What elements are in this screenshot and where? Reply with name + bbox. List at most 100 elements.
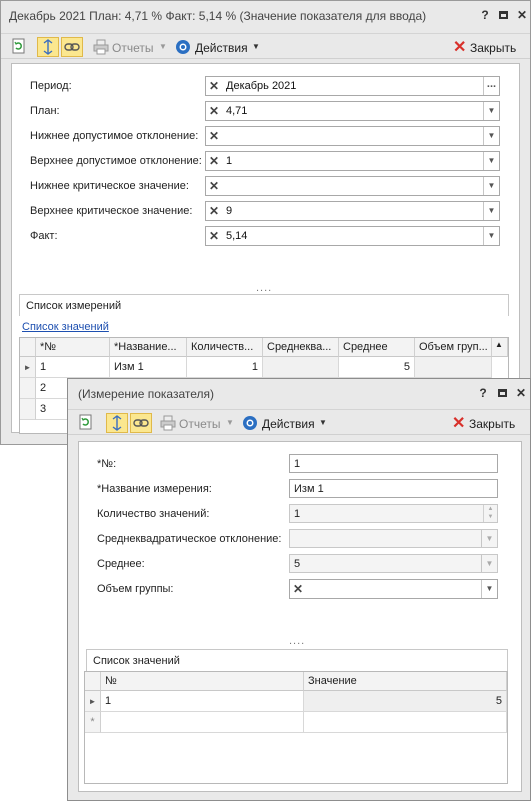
column-header[interactable]: Среднее [339, 338, 415, 357]
column-header[interactable]: *Название... [110, 338, 187, 357]
grid-cell[interactable] [304, 712, 507, 733]
actions-icon [176, 40, 190, 54]
tab-values[interactable]: Список значений [86, 649, 508, 671]
column-header[interactable]: Среднеква... [263, 338, 339, 357]
column-header[interactable]: Количеств... [187, 338, 263, 357]
refresh-icon [12, 38, 25, 54]
scroll-up-button[interactable]: ▲ [492, 338, 508, 357]
column-header[interactable]: Значение [304, 672, 507, 691]
refresh-button[interactable] [11, 37, 29, 57]
main-titlebar[interactable]: Декабрь 2021 План: 4,71 % Факт: 5,14 % (… [1, 1, 530, 29]
dialog-title: (Измерение показателя) [78, 387, 215, 401]
dropdown-arrow-icon: ▼ [481, 530, 497, 547]
clear-x-icon[interactable]: ✕ [206, 127, 222, 145]
actions-menu[interactable]: Действия ▼ [175, 37, 261, 57]
link-icon [133, 419, 149, 427]
clear-x-icon[interactable]: ✕ [206, 202, 222, 220]
chevron-down-icon: ▼ [159, 42, 167, 51]
field-value: 5,14 [226, 230, 248, 242]
chevron-down-icon: ▼ [252, 42, 260, 51]
expand-toggle-button[interactable] [106, 413, 128, 433]
spin-icon: ▲ ▼ [483, 505, 497, 522]
reports-menu[interactable]: Отчеты ▼ [158, 413, 234, 433]
row-pointer-icon: ► [20, 357, 36, 378]
dropdown-arrow-icon[interactable]: ▼ [483, 227, 499, 245]
column-header[interactable]: *№ [36, 338, 110, 357]
splitter-handle[interactable]: .... [289, 635, 305, 647]
new-row-marker: * [85, 712, 101, 733]
grid-cell[interactable]: 1 [101, 691, 304, 712]
measurement-name-input[interactable]: Изм 1 [289, 479, 498, 498]
ellipsis-icon[interactable]: ... [483, 77, 499, 95]
dropdown-arrow-icon[interactable]: ▼ [483, 127, 499, 145]
values-list-link[interactable]: Список значений [22, 321, 109, 333]
tab-measurements[interactable]: Список измерений [19, 294, 509, 316]
group-size-field[interactable]: ✕ ▼ [289, 579, 498, 599]
column-header[interactable]: № [101, 672, 304, 691]
restore-button[interactable] [496, 8, 510, 22]
print-icon [160, 415, 176, 431]
dialog-titlebar[interactable]: (Измерение показателя) ? ✕ [68, 379, 530, 407]
clear-x-icon[interactable]: ✕ [206, 102, 222, 120]
field-label: Нижнее критическое значение: [30, 180, 189, 192]
field-label: Среднее: [97, 558, 145, 570]
close-window-button[interactable]: ✕ [514, 386, 528, 400]
reports-menu[interactable]: Отчеты ▼ [91, 37, 167, 57]
dropdown-arrow-icon[interactable]: ▼ [483, 177, 499, 195]
expand-icon [43, 39, 53, 55]
actions-label: Действия [262, 417, 315, 431]
grid-cell[interactable]: 1 [187, 357, 263, 378]
period-field[interactable]: ✕ Декабрь 2021 ... [205, 76, 500, 96]
refresh-button[interactable] [78, 413, 96, 433]
column-header[interactable]: Объем груп... [415, 338, 492, 357]
grid-cell[interactable] [415, 357, 492, 378]
field-label: Верхнее допустимое отклонение: [30, 155, 202, 167]
close-red-icon: ✕ [453, 39, 467, 56]
clear-x-icon[interactable]: ✕ [206, 177, 222, 195]
grid-cell[interactable]: 5 [339, 357, 415, 378]
link-toggle-button[interactable] [130, 413, 152, 433]
clear-x-icon[interactable]: ✕ [206, 77, 222, 95]
splitter-handle[interactable]: .... [256, 282, 272, 294]
fact-field[interactable]: ✕ 5,14 ▼ [205, 226, 500, 246]
link-toggle-button[interactable] [61, 37, 83, 57]
grid-cell[interactable] [263, 357, 339, 378]
dropdown-arrow-icon[interactable]: ▼ [481, 580, 497, 598]
number-input[interactable]: 1 [289, 454, 498, 473]
dialog-toolbar: Отчеты ▼ Действия ▼ ✕ Закрыть [68, 409, 530, 435]
values-count-input[interactable]: 1 ▲ ▼ [289, 504, 498, 523]
grid-cell[interactable] [101, 712, 304, 733]
clear-x-icon[interactable]: ✕ [290, 580, 306, 598]
clear-x-icon[interactable]: ✕ [206, 152, 222, 170]
std-deviation-input[interactable]: ▼ [289, 529, 498, 548]
clear-x-icon[interactable]: ✕ [206, 227, 222, 245]
dropdown-arrow-icon[interactable]: ▼ [483, 102, 499, 120]
dropdown-arrow-icon[interactable]: ▼ [483, 202, 499, 220]
field-label: Объем группы: [97, 583, 174, 595]
plan-field[interactable]: ✕ 4,71 ▼ [205, 101, 500, 121]
reports-label: Отчеты [112, 41, 154, 55]
expand-toggle-button[interactable] [37, 37, 59, 57]
grid-corner [20, 338, 36, 357]
refresh-icon [79, 414, 92, 430]
upper-allowed-field[interactable]: ✕ 1 ▼ [205, 151, 500, 171]
mean-input[interactable]: 5 ▼ [289, 554, 498, 573]
grid-cell[interactable]: Изм 1 [110, 357, 187, 378]
close-window-button[interactable]: ✕ [515, 8, 529, 22]
dialog-form-panel: *№: 1 *Название измерения: Изм 1 Количес… [78, 441, 522, 792]
field-value: 5 [294, 558, 301, 570]
close-button[interactable]: ✕ Закрыть [453, 37, 525, 57]
actions-menu[interactable]: Действия ▼ [242, 413, 328, 433]
grid-cell[interactable]: 5 [304, 691, 507, 712]
grid-cell[interactable]: 1 [36, 357, 110, 378]
help-button[interactable]: ? [476, 386, 490, 400]
lower-allowed-field[interactable]: ✕ ▼ [205, 126, 500, 146]
field-label: План: [30, 105, 60, 117]
help-button[interactable]: ? [478, 8, 492, 22]
chevron-down-icon: ▼ [319, 418, 327, 427]
lower-critical-field[interactable]: ✕ ▼ [205, 176, 500, 196]
close-button[interactable]: ✕ Закрыть [452, 413, 524, 433]
dropdown-arrow-icon[interactable]: ▼ [483, 152, 499, 170]
restore-button[interactable] [495, 386, 509, 400]
upper-critical-field[interactable]: ✕ 9 ▼ [205, 201, 500, 221]
